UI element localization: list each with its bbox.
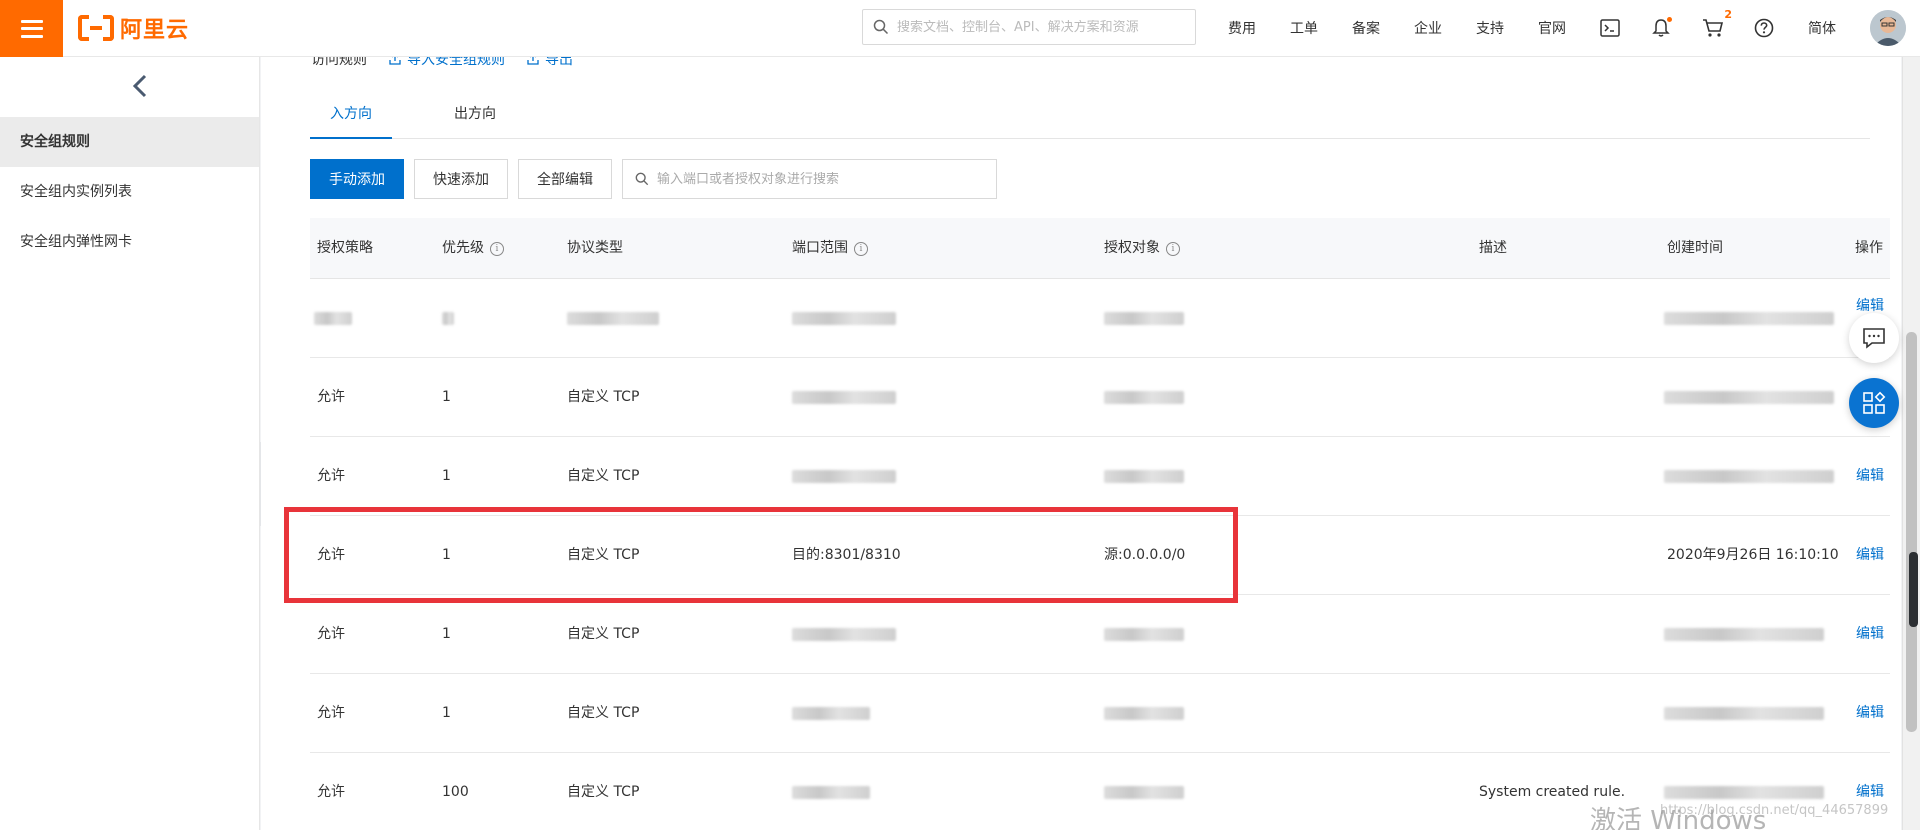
sidebar-item-eni[interactable]: 安全组内弹性网卡 <box>0 217 259 267</box>
direction-tabs: 入方向 出方向 <box>310 95 1870 139</box>
cell-protocol: 自定义 TCP <box>567 547 640 563</box>
rules-table: 授权策略 优先级 i 协议类型 端口范围 i 授权对象 i 描述 创建时间 操作 编辑… <box>310 218 1890 830</box>
rule-filter[interactable] <box>622 159 997 199</box>
apps-button[interactable] <box>1849 378 1899 428</box>
tab-inbound[interactable]: 入方向 <box>310 95 392 139</box>
manual-add-button[interactable]: 手动添加 <box>310 159 404 199</box>
help-icon[interactable] <box>1751 15 1777 41</box>
side-scroll-handle[interactable] <box>1909 552 1918 627</box>
info-icon[interactable]: i <box>490 241 504 256</box>
col-protocol: 协议类型 <box>567 240 623 256</box>
page-scrollbar[interactable] <box>1902 57 1920 830</box>
quick-add-button[interactable]: 快速添加 <box>414 159 508 199</box>
table-row: 允许 1 自定义 TCP 编辑 <box>310 674 1890 753</box>
section-header: 访问规则 导入安全组规则 导出 <box>311 57 573 71</box>
table-row: 允许 1 自定义 TCP <box>310 358 1890 437</box>
cell-priority: 1 <box>442 468 451 484</box>
main-content: 访问规则 导入安全组规则 导出 入方向 出方向 手动添加 快速添加 全部编辑 授… <box>261 57 1901 830</box>
sidebar: 安全组规则 安全组内实例列表 安全组内弹性网卡 <box>0 57 260 830</box>
cell-port-range: 目的:8301/8310 <box>792 547 901 563</box>
rule-filter-input[interactable] <box>657 171 987 187</box>
cell-priority: 1 <box>442 547 451 563</box>
cell-protocol: 自定义 TCP <box>567 389 640 405</box>
cell-policy: 允许 <box>317 626 345 642</box>
col-source: 授权对象 i <box>1104 218 1180 279</box>
cell-policy: 允许 <box>317 468 345 484</box>
scrollbar-thumb[interactable] <box>1906 332 1917 732</box>
nav-icp[interactable]: 备案 <box>1352 18 1380 38</box>
cell-policy: 允许 <box>317 389 345 405</box>
col-policy: 授权策略 <box>317 240 373 256</box>
table-row: 允许 1 自定义 TCP 目的:8301/8310 源:0.0.0.0/0 20… <box>310 516 1890 595</box>
section-title: 访问规则 <box>311 57 367 68</box>
language-switch[interactable]: 简体 <box>1808 18 1836 38</box>
table-row: 编辑 <box>310 279 1890 358</box>
nav-ticket[interactable]: 工单 <box>1290 18 1318 38</box>
upload-icon <box>527 57 539 65</box>
menu-icon <box>20 19 43 38</box>
col-priority: 优先级 i <box>442 218 504 279</box>
cell-priority: 1 <box>442 389 451 405</box>
toolbar: 手动添加 快速添加 全部编辑 <box>310 159 997 199</box>
nav-enterprise[interactable]: 企业 <box>1414 18 1442 38</box>
edit-link[interactable]: 编辑 <box>1856 674 1884 753</box>
cell-protocol: 自定义 TCP <box>567 784 640 800</box>
search-input[interactable] <box>897 19 1187 35</box>
logo-text: 阿里云 <box>120 18 190 43</box>
edit-all-button[interactable]: 全部编辑 <box>518 159 612 199</box>
import-rules-link[interactable]: 导入安全组规则 <box>389 57 505 69</box>
sidebar-item-instances[interactable]: 安全组内实例列表 <box>0 167 259 217</box>
cell-policy: 允许 <box>317 784 345 800</box>
sidebar-item-security-group-rules[interactable]: 安全组规则 <box>0 117 259 167</box>
nav-support[interactable]: 支持 <box>1476 18 1504 38</box>
cell-created: 2020年9月26日 16:10:10 <box>1667 547 1839 563</box>
cell-source: 源:0.0.0.0/0 <box>1104 547 1186 563</box>
col-port-range: 端口范围 i <box>792 218 868 279</box>
cart-count-badge: 2 <box>1724 8 1732 21</box>
search-icon <box>635 172 649 186</box>
edit-link[interactable]: 编辑 <box>1856 753 1884 830</box>
tab-outbound[interactable]: 出方向 <box>434 95 516 139</box>
cell-protocol: 自定义 TCP <box>567 626 640 642</box>
upload-icon <box>389 57 401 65</box>
apps-icon <box>1863 391 1886 414</box>
cell-protocol: 自定义 TCP <box>567 468 640 484</box>
import-label: 导入安全组规则 <box>407 57 505 68</box>
table-row: 允许 1 自定义 TCP 编辑 <box>310 595 1890 674</box>
search-icon <box>873 19 889 35</box>
blog-url-watermark: https://blog.csdn.net/qq_44657899 <box>1660 803 1889 818</box>
chevron-left-icon <box>132 74 147 98</box>
edit-link[interactable]: 编辑 <box>1856 516 1884 595</box>
cell-priority: 1 <box>442 705 451 721</box>
cell-protocol: 自定义 TCP <box>567 705 640 721</box>
cart-icon[interactable]: 2 <box>1700 8 1732 41</box>
feedback-button[interactable] <box>1849 313 1899 363</box>
global-search[interactable] <box>862 9 1196 45</box>
edit-link[interactable]: 编辑 <box>1856 437 1884 516</box>
aliyun-logo[interactable]: 阿里云 <box>78 13 189 43</box>
export-label: 导出 <box>545 57 573 68</box>
info-icon[interactable]: i <box>854 241 868 256</box>
top-header: 阿里云 费用 工单 备案 企业 支持 官网 2 简体 <box>0 0 1920 57</box>
cell-priority: 100 <box>442 784 469 800</box>
export-link[interactable]: 导出 <box>527 57 573 69</box>
col-description: 描述 <box>1479 240 1507 256</box>
bell-icon[interactable] <box>1648 15 1674 41</box>
avatar[interactable] <box>1870 10 1906 46</box>
nav-billing[interactable]: 费用 <box>1228 18 1256 38</box>
aliyun-logo-icon <box>78 15 114 41</box>
back-button[interactable] <box>125 71 155 101</box>
edit-link[interactable]: 编辑 <box>1856 595 1884 674</box>
cell-policy: 允许 <box>317 547 345 563</box>
chat-icon <box>1863 328 1885 349</box>
cell-policy: 允许 <box>317 705 345 721</box>
col-created: 创建时间 <box>1667 240 1723 256</box>
cell-priority: 1 <box>442 626 451 642</box>
menu-button[interactable] <box>0 0 63 57</box>
info-icon[interactable]: i <box>1166 241 1180 256</box>
terminal-icon[interactable] <box>1597 15 1623 41</box>
table-header: 授权策略 优先级 i 协议类型 端口范围 i 授权对象 i 描述 创建时间 操作 <box>310 218 1890 279</box>
nav-official-site[interactable]: 官网 <box>1538 18 1566 38</box>
table-row: 允许 1 自定义 TCP 编辑 <box>310 437 1890 516</box>
